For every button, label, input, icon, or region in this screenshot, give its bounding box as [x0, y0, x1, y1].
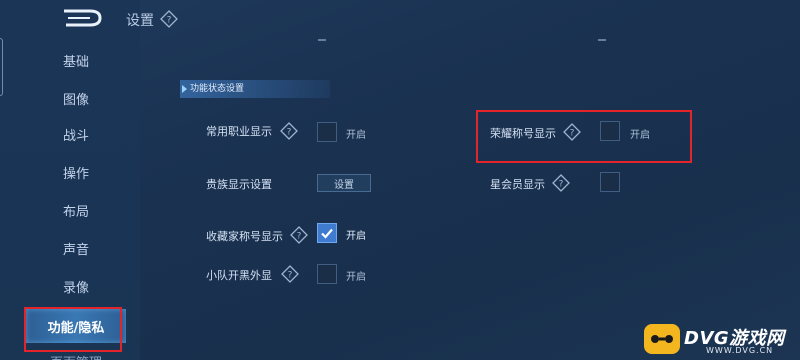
star-member-label: 星会员显示	[490, 178, 545, 191]
sidebar-item-controls[interactable]: 操作	[26, 155, 126, 189]
career-display-checkbox[interactable]	[317, 122, 337, 142]
sidebar-item-sound[interactable]: 声音	[26, 231, 126, 265]
noble-display-label: 贵族显示设置	[206, 178, 272, 191]
page-title: 设置	[126, 13, 154, 29]
collector-title-state: 开启	[346, 231, 366, 242]
watermark-url: WWW.DVG.CN	[706, 346, 774, 355]
help-icon[interactable]: ?	[280, 122, 298, 140]
scroll-dash-right	[598, 39, 606, 41]
svg-text:?: ?	[288, 271, 293, 281]
career-display-state: 开启	[346, 130, 366, 141]
sidebar-item-layout[interactable]: 布局	[26, 193, 126, 227]
sidebar-item-graphics[interactable]: 图像	[26, 81, 126, 115]
section-header: 功能状态设置	[180, 80, 330, 98]
squad-display-label: 小队开黑外显	[206, 269, 272, 282]
highlight-box-sidebar	[24, 307, 122, 352]
collector-title-label: 收藏家称号显示	[206, 230, 283, 243]
collector-title-checkbox[interactable]	[317, 223, 337, 243]
career-display-label: 常用职业显示	[206, 125, 272, 138]
svg-text:?: ?	[287, 128, 292, 138]
help-icon[interactable]: ?	[281, 265, 299, 283]
back-arrow-icon	[64, 9, 102, 27]
help-icon[interactable]: ?	[552, 174, 570, 192]
sidebar-item-combat[interactable]: 战斗	[26, 117, 126, 151]
sidebar-item-basic[interactable]: 基础	[26, 43, 126, 77]
scroll-dash-left	[318, 39, 326, 41]
squad-display-state: 开启	[346, 272, 366, 283]
sidebar-item-replay[interactable]: 录像	[26, 269, 126, 303]
game-controller-icon	[644, 324, 680, 354]
svg-text:?: ?	[297, 232, 302, 242]
watermark-logo: DVG游戏网 WWW.DVG.CN	[644, 318, 794, 360]
noble-settings-button[interactable]: 设置	[317, 174, 371, 192]
squad-display-checkbox[interactable]	[317, 264, 337, 284]
sidebar: 基础 图像 战斗 操作 布局 声音 录像 功能/隐私 页面管理	[0, 0, 140, 360]
svg-text:?: ?	[167, 16, 172, 26]
highlight-box-honor	[476, 110, 692, 163]
star-member-checkbox[interactable]	[600, 172, 620, 192]
sidebar-edge-tab[interactable]	[0, 38, 3, 96]
help-icon[interactable]: ?	[160, 10, 178, 28]
back-button[interactable]	[56, 6, 106, 30]
help-icon[interactable]: ?	[290, 226, 308, 244]
svg-text:?: ?	[559, 180, 564, 190]
checkmark-icon	[321, 228, 333, 239]
